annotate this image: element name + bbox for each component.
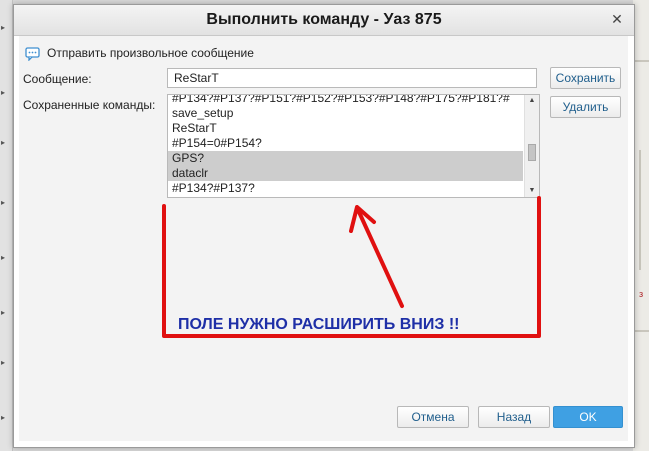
saved-commands-items: #P134?#P137?#P151?#P152?#P153?#P148?#P17… <box>168 95 523 196</box>
saved-command-item[interactable]: ReStarT <box>168 121 523 136</box>
delete-button[interactable]: Удалить <box>550 96 621 118</box>
scroll-up-icon[interactable]: ▲ <box>525 95 539 107</box>
saved-command-item[interactable]: dataclr <box>168 166 523 181</box>
map-label: з <box>639 289 644 299</box>
dialog-body: Отправить произвольное сообщение Сообщен… <box>19 36 628 441</box>
bg-arrow-icon: ▸ <box>1 358 6 367</box>
saved-commands-label: Сохраненные команды: <box>23 98 156 112</box>
map-road <box>633 330 649 332</box>
cancel-button[interactable]: Отмена <box>397 406 469 428</box>
saved-command-item[interactable]: #P134?#P137?#P151?#P152?#P153?#P148?#P17… <box>168 95 523 106</box>
annotation-text: ПОЛЕ НУЖНО РАСШИРИТЬ ВНИЗ !! <box>178 316 460 333</box>
bg-arrow-icon: ▸ <box>1 308 6 317</box>
saved-command-item[interactable]: GPS? <box>168 151 523 166</box>
bg-arrow-icon: ▸ <box>1 253 6 262</box>
background-map: з <box>633 0 649 451</box>
custom-message-label: Отправить произвольное сообщение <box>47 46 254 60</box>
chat-bubble-icon <box>25 47 41 62</box>
bg-arrow-icon: ▸ <box>1 198 6 207</box>
list-scrollbar[interactable]: ▲ ▼ <box>524 95 539 197</box>
dialog-title: Выполнить команду - Уаз 875 <box>206 11 442 28</box>
map-road <box>635 60 649 62</box>
dialog-titlebar[interactable]: Выполнить команду - Уаз 875 ✕ <box>14 5 634 36</box>
ok-button[interactable]: OK <box>553 406 623 428</box>
message-input[interactable] <box>167 68 537 88</box>
scroll-thumb[interactable] <box>528 144 536 161</box>
background-left-panel: ▸ ▸ ▸ ▸ ▸ ▸ ▸ ▸ <box>0 0 13 451</box>
bg-arrow-icon: ▸ <box>1 23 6 32</box>
save-button[interactable]: Сохранить <box>550 67 621 89</box>
bg-arrow-icon: ▸ <box>1 88 6 97</box>
bg-arrow-icon: ▸ <box>1 138 6 147</box>
message-label: Сообщение: <box>23 72 92 86</box>
custom-message-option[interactable]: Отправить произвольное сообщение <box>25 44 254 62</box>
scroll-down-icon[interactable]: ▼ <box>525 185 539 197</box>
close-icon[interactable]: ✕ <box>610 12 624 26</box>
bg-arrow-icon: ▸ <box>1 413 6 422</box>
back-button[interactable]: Назад <box>478 406 550 428</box>
saved-commands-list[interactable]: #P134?#P137?#P151?#P152?#P153?#P148?#P17… <box>167 94 540 198</box>
saved-command-item[interactable]: #P154=0#P154? <box>168 136 523 151</box>
execute-command-dialog: Выполнить команду - Уаз 875 ✕ Отправить … <box>13 4 635 448</box>
map-road <box>639 150 641 270</box>
saved-command-item[interactable]: #P134?#P137? <box>168 181 523 196</box>
saved-command-item[interactable]: save_setup <box>168 106 523 121</box>
